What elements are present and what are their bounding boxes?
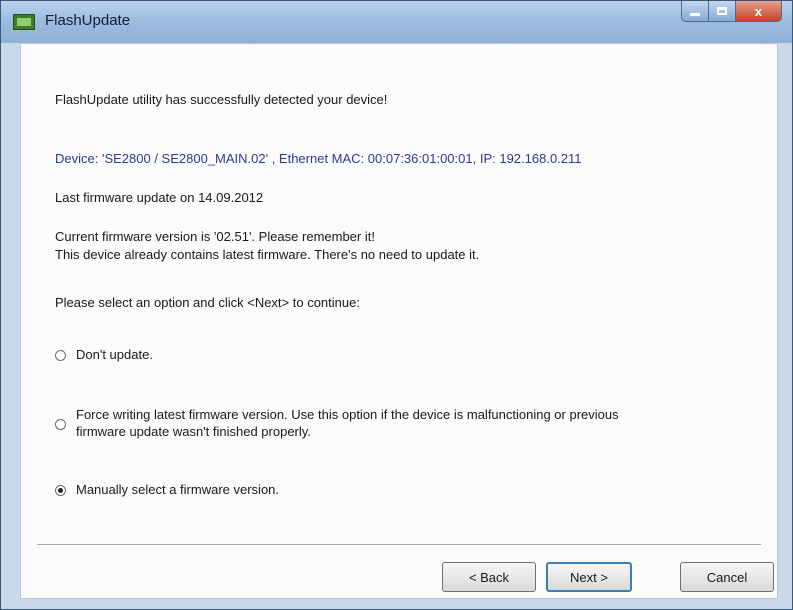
title-bar[interactable]: FlashUpdate x	[1, 1, 792, 43]
maximize-button[interactable]	[709, 1, 736, 22]
cancel-button[interactable]: Cancel	[680, 562, 774, 592]
window-controls: x	[681, 1, 782, 23]
latest-firmware-notice: This device already contains latest firm…	[55, 247, 480, 262]
minimize-icon	[690, 12, 700, 16]
radio-dont-update[interactable]	[55, 350, 66, 361]
option-manual-select[interactable]: Manually select a firmware version.	[55, 481, 279, 498]
current-version-text: Current firmware version is '02.51'. Ple…	[55, 229, 375, 244]
instruction-text: Please select an option and click <Next>…	[55, 295, 360, 310]
back-button[interactable]: < Back	[442, 562, 536, 592]
app-icon	[13, 14, 35, 30]
minimize-button[interactable]	[681, 1, 709, 22]
last-update-text: Last firmware update on 14.09.2012	[55, 190, 264, 205]
option-force-write-line1[interactable]: Force writing latest firmware version. U…	[76, 407, 619, 422]
close-button[interactable]: x	[736, 1, 782, 22]
footer-separator	[37, 544, 761, 546]
window-title: FlashUpdate	[45, 12, 131, 29]
option-force-write-line2[interactable]: firmware update wasn't finished properly…	[76, 424, 311, 439]
intro-text: FlashUpdate utility has successfully det…	[55, 92, 388, 107]
next-button[interactable]: Next >	[546, 562, 632, 592]
device-info-text: Device: 'SE2800 / SE2800_MAIN.02' , Ethe…	[55, 151, 582, 166]
dialog-body: FlashUpdate utility has successfully det…	[20, 43, 778, 599]
option-force-write-label[interactable]: Force writing latest firmware version. U…	[76, 406, 619, 440]
close-icon: x	[754, 3, 763, 19]
option-dont-update-label[interactable]: Don't update.	[76, 346, 153, 363]
radio-manual-select[interactable]	[55, 485, 66, 496]
option-manual-select-label[interactable]: Manually select a firmware version.	[76, 481, 279, 498]
flashupdate-window: FlashUpdate x FlashUpdate utility has su…	[0, 0, 793, 610]
option-force-write[interactable]: Force writing latest firmware version. U…	[55, 406, 619, 440]
radio-force-write[interactable]	[55, 419, 66, 430]
option-dont-update[interactable]: Don't update.	[55, 346, 153, 363]
maximize-icon	[717, 7, 727, 15]
